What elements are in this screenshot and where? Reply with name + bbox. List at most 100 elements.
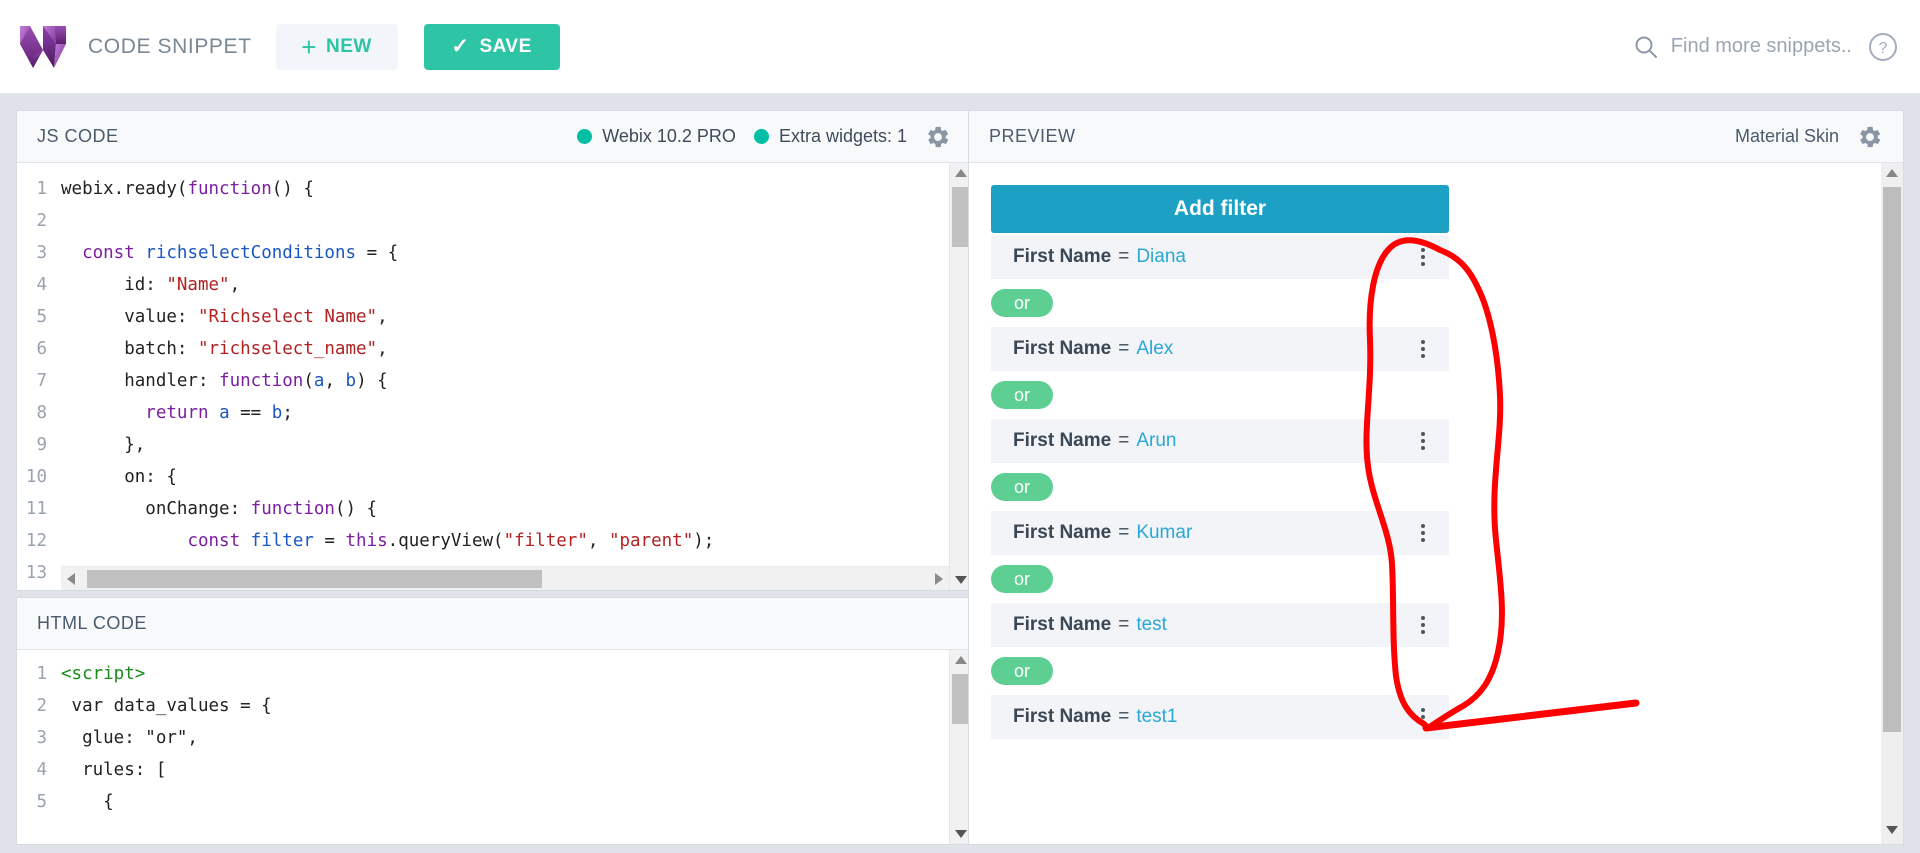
code-line: 1 webix.ready(function() { — [17, 173, 971, 205]
code-line: 5 value: "Richselect Name", — [17, 301, 971, 333]
scroll-down-arrow-icon[interactable] — [1881, 820, 1903, 840]
js-code-panel: JS CODE Webix 10.2 PRO Extra widgets: 1 … — [16, 110, 972, 591]
preview-panel-title: PREVIEW — [989, 126, 1076, 146]
code-line-content: const richselectConditions = { — [82, 243, 399, 263]
webix-version-label: Webix 10.2 PRO — [602, 126, 736, 146]
glue-operator-pill[interactable]: or — [991, 565, 1053, 593]
toolbar-right-group: Find more snippets.. ? — [1633, 32, 1898, 62]
filter-rule-row[interactable]: First Name = test1 — [991, 695, 1449, 739]
filter-glue-row: or — [991, 647, 1449, 695]
kebab-menu-icon[interactable] — [1413, 695, 1433, 739]
extra-widgets-badge[interactable]: Extra widgets: 1 — [753, 126, 907, 147]
preview-panel: PREVIEW Material Skin Add filter First N… — [968, 110, 1904, 845]
status-dot-icon — [577, 129, 593, 144]
preview-vertical-scrollbar[interactable] — [1881, 163, 1903, 844]
js-code-editor[interactable]: 1 webix.ready(function() {2 3 const richse… — [17, 163, 971, 590]
code-line: 5 { — [17, 786, 971, 818]
scroll-up-arrow-icon[interactable] — [1881, 163, 1903, 183]
js-editor-horizontal-scrollbar[interactable] — [61, 566, 949, 590]
glue-operator-pill[interactable]: or — [991, 657, 1053, 685]
save-button[interactable]: ✓ SAVE — [423, 23, 560, 70]
kebab-menu-icon[interactable] — [1413, 419, 1433, 463]
kebab-menu-icon[interactable] — [1413, 235, 1433, 279]
search-input[interactable]: Find more snippets.. — [1671, 35, 1852, 58]
status-dot-icon — [753, 129, 769, 144]
filter-glue-row: or — [991, 555, 1449, 603]
line-number: 2 — [36, 696, 47, 716]
extra-widgets-label: Extra widgets: 1 — [778, 126, 907, 146]
kebab-menu-icon[interactable] — [1413, 603, 1433, 647]
filter-field-label: First Name — [1013, 614, 1112, 635]
code-line: 3 glue: "or", — [17, 722, 971, 754]
app-root: CODE SNIPPET + NEW ✓ SAVE Find more snip… — [0, 0, 1920, 853]
check-icon: ✓ — [451, 35, 470, 58]
skin-selector[interactable]: Material Skin — [1735, 126, 1839, 147]
svg-text:?: ? — [1879, 40, 1888, 57]
line-number: 7 — [36, 371, 47, 391]
search-icon — [1635, 36, 1657, 58]
new-button[interactable]: + NEW — [275, 23, 398, 70]
line-number: 3 — [36, 728, 47, 748]
code-line: 2 var data_values = { — [17, 690, 971, 722]
filter-operator-label: = — [1118, 430, 1130, 451]
code-line-content: glue: "or", — [61, 728, 198, 748]
line-number: 1 — [36, 664, 47, 684]
vertical-scroll-thumb[interactable] — [1883, 187, 1901, 732]
filter-glue-row: or — [991, 279, 1449, 327]
code-line: 9 }, — [17, 429, 971, 461]
add-filter-button[interactable]: Add filter — [991, 185, 1449, 233]
filter-rule-row[interactable]: First Name = Arun — [991, 419, 1449, 463]
code-line: 4 id: "Name", — [17, 269, 971, 301]
filter-rules-list: First Name = Diana or First Name = Alex or First… — [991, 235, 1449, 739]
line-number: 9 — [36, 435, 47, 455]
horizontal-scroll-thumb[interactable] — [87, 570, 542, 588]
scroll-left-arrow-icon[interactable] — [61, 567, 81, 590]
filter-operator-label: = — [1118, 706, 1130, 727]
filter-rule-row[interactable]: First Name = Diana — [991, 235, 1449, 279]
line-number: 4 — [36, 275, 47, 295]
help-circle-icon[interactable]: ? — [1868, 32, 1898, 62]
filter-field-label: First Name — [1013, 246, 1112, 267]
scroll-right-arrow-icon[interactable] — [929, 567, 949, 590]
html-code-panel: HTML CODE 1 <script> 2 var data_values = {… — [16, 597, 972, 845]
gear-icon[interactable] — [925, 124, 951, 150]
code-line: 1 <script> — [17, 658, 971, 690]
line-number: 5 — [36, 307, 47, 327]
glue-operator-pill[interactable]: or — [991, 473, 1053, 501]
line-number: 5 — [36, 792, 47, 812]
line-number: 13 — [25, 563, 47, 583]
glue-operator-pill[interactable]: or — [991, 289, 1053, 317]
gear-icon[interactable] — [1857, 124, 1883, 150]
code-line: 8 return a == b; — [17, 397, 971, 429]
code-line: 10 on: { — [17, 461, 971, 493]
filter-field-label: First Name — [1013, 338, 1112, 359]
line-number: 1 — [36, 179, 47, 199]
filter-rule-row[interactable]: First Name = Kumar — [991, 511, 1449, 555]
code-line: 7 handler: function(a, b) { — [17, 365, 971, 397]
filter-value-label: Arun — [1136, 430, 1177, 451]
filter-rule-row[interactable]: First Name = Alex — [991, 327, 1449, 371]
filter-glue-row: or — [991, 371, 1449, 419]
code-line-content: batch: "richselect_name", — [61, 339, 388, 359]
filter-operator-label: = — [1118, 246, 1130, 267]
filter-rule-row[interactable]: First Name = test — [991, 603, 1449, 647]
line-number: 12 — [25, 531, 47, 551]
filter-value-label: Diana — [1136, 246, 1186, 267]
kebab-menu-icon[interactable] — [1413, 327, 1433, 371]
code-line-content: rules: [ — [61, 760, 167, 780]
new-button-label: NEW — [325, 35, 372, 57]
kebab-menu-icon[interactable] — [1413, 511, 1433, 555]
line-number: 2 — [36, 211, 47, 231]
webix-version-badge: Webix 10.2 PRO — [577, 126, 736, 147]
html-code-editor[interactable]: 1 <script> 2 var data_values = {3 glue: "o… — [17, 650, 971, 844]
filter-value-label: Alex — [1136, 338, 1174, 359]
line-number: 4 — [36, 760, 47, 780]
top-toolbar: CODE SNIPPET + NEW ✓ SAVE Find more snip… — [0, 0, 1920, 94]
filter-value-label: test — [1136, 614, 1167, 635]
glue-operator-pill[interactable]: or — [991, 381, 1053, 409]
line-number: 8 — [36, 403, 47, 423]
html-code-panel-header: HTML CODE — [17, 598, 971, 650]
code-line: 11 onChange: function() { — [17, 493, 971, 525]
filter-operator-label: = — [1118, 614, 1130, 635]
search-snippets-button[interactable]: Find more snippets.. — [1633, 34, 1852, 60]
